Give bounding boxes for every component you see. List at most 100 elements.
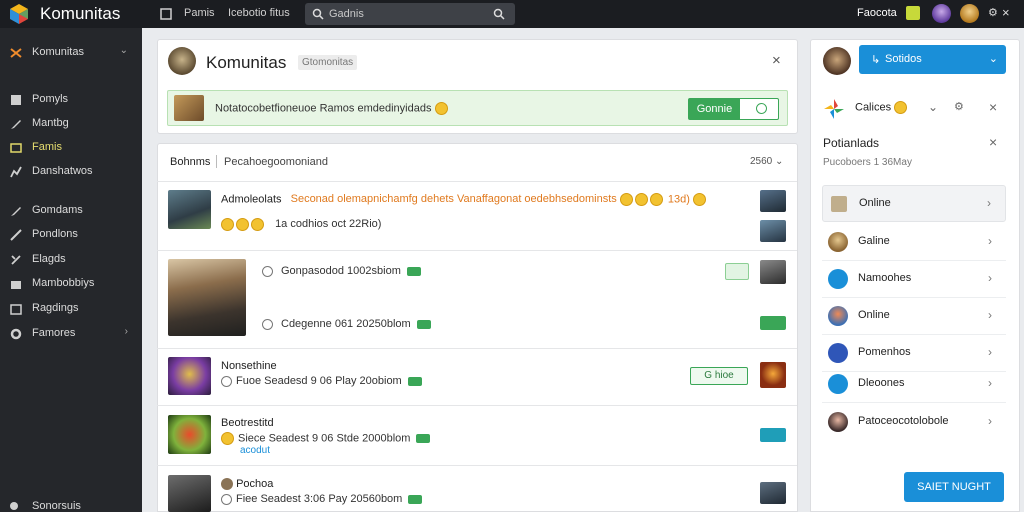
sidebar-item-gomdams[interactable]: Gomdams xyxy=(0,200,142,222)
chevron-right-icon: › xyxy=(124,326,128,337)
arrow-icon: ↳ xyxy=(871,54,881,66)
post-thumbnail xyxy=(168,475,211,512)
notice-cta-label: Gonnie xyxy=(689,99,740,119)
feed-divider xyxy=(157,250,797,251)
section-title: Potianlads xyxy=(823,136,880,150)
panel-close-icon[interactable]: × xyxy=(989,99,997,115)
tag-icon xyxy=(416,319,431,329)
chevron-right-icon: › xyxy=(988,271,992,285)
post-link[interactable]: acodut xyxy=(240,445,270,456)
bars-icon xyxy=(11,95,21,105)
sidebar-item-label: Pomyls xyxy=(32,93,69,105)
post-thumbnail xyxy=(168,415,211,454)
tag-icon xyxy=(408,494,423,504)
dialog-badge: Gtomonitas xyxy=(298,55,358,70)
post-meta-text: Gonpasodod 1002sbiom xyxy=(281,265,401,277)
notice-cta[interactable]: Gonnie xyxy=(688,98,779,120)
sidebar-header[interactable]: Komunitas ⌄ xyxy=(0,42,142,64)
clock-icon xyxy=(262,265,273,277)
top-bar: Komunitas Pamis Icebotio fitus Gadnis Fa… xyxy=(0,0,1024,28)
user-avatar-gold[interactable] xyxy=(960,4,979,23)
feed-divider xyxy=(157,405,797,406)
emoji-icon xyxy=(221,218,234,231)
sidebar-item-mambobbiys[interactable]: Mambobbiys xyxy=(0,273,142,295)
like-button[interactable] xyxy=(725,263,749,280)
post-title-line: Admoleolats Seconad olemapnichamfg dehet… xyxy=(221,193,708,206)
author-avatar xyxy=(221,478,233,491)
tag-icon xyxy=(416,434,431,443)
sidebar-item-ragdings[interactable]: Ragdings xyxy=(0,298,142,320)
grid-icon xyxy=(10,143,22,153)
tag-icon xyxy=(406,266,421,276)
app-logo-icon[interactable] xyxy=(8,3,30,25)
panel-item-0[interactable]: Online › xyxy=(822,185,1006,222)
chevron-down-icon[interactable]: ⌄ xyxy=(928,100,938,114)
user-avatar-purple[interactable] xyxy=(932,4,951,23)
post-title-line: Pochoa xyxy=(221,478,274,491)
panel-item-6[interactable]: Patoceocotolobole › xyxy=(822,404,1006,441)
sidebar-item-famis[interactable]: Famis xyxy=(0,137,142,159)
notice-banner: Notatocobetfioneuoe Ramos emdedinyidads … xyxy=(167,90,788,126)
sidebar-item-label: Danshatwos xyxy=(32,165,93,177)
post-subline: 1a codhios oct 22Rio) xyxy=(221,218,381,231)
profile-menu-icon[interactable]: ⚙ xyxy=(988,6,998,19)
search-query: Gadnis xyxy=(329,8,364,20)
sidebar-item-label: Pondlons xyxy=(32,228,78,240)
account-label[interactable]: Faocota xyxy=(857,7,897,19)
brush-icon xyxy=(10,229,22,241)
panel-top-button[interactable]: ↳ Sotidos ⌄ xyxy=(859,45,1006,74)
post-meta: Gonpasodod 1002sbiom xyxy=(262,265,421,277)
topnav-link-0[interactable]: Pamis xyxy=(184,7,215,19)
post-stats: 13d) xyxy=(667,193,690,206)
panel-item-2[interactable]: Namoohes › xyxy=(822,261,1006,298)
emoji-icon xyxy=(634,193,648,206)
post-title: Pochoa xyxy=(236,478,274,490)
search-input[interactable]: Gadnis xyxy=(305,3,515,25)
post-meta: Siece Seadest 9 06 Stde 2000blom xyxy=(221,432,431,445)
tools-icon xyxy=(11,255,21,265)
chevron-right-icon: › xyxy=(988,234,992,248)
sidebar-item-pondlons[interactable]: Pondlons xyxy=(0,224,142,246)
close-icon[interactable]: × xyxy=(1002,5,1010,20)
sidebar-item-pomyls[interactable]: Pomyls xyxy=(0,89,142,111)
panel-item-5[interactable]: Dleoones › xyxy=(822,366,1006,403)
item-label: Dleoones xyxy=(858,377,905,389)
post-title: Nonsethine xyxy=(221,360,277,372)
item-avatar xyxy=(828,374,848,394)
search-submit-icon[interactable] xyxy=(493,8,505,20)
section-close-icon[interactable]: × xyxy=(989,134,997,150)
sidebar-item-famores[interactable]: Famores › xyxy=(0,323,142,345)
app-title: Komunitas xyxy=(40,4,121,23)
notifications-icon[interactable] xyxy=(906,6,920,20)
panel-footer-button[interactable]: SAIET NUGHT xyxy=(904,472,1004,502)
tab-other[interactable]: Pecahoegoomoniand xyxy=(224,156,328,168)
post-action-button[interactable]: G hioe xyxy=(690,367,748,385)
item-label: Online xyxy=(858,309,890,321)
sort-dropdown[interactable]: 2560 ⌄ xyxy=(750,156,783,167)
item-label: Online xyxy=(859,197,891,209)
panel-item-1[interactable]: Galine › xyxy=(822,224,1006,261)
sidebar: Komunitas ⌄ Pomyls Mantbg Famis Danshatw… xyxy=(0,28,142,512)
dialog-close-icon[interactable]: × xyxy=(772,52,781,69)
edit-icon xyxy=(11,207,21,216)
panel-top-button-label: Sotidos xyxy=(885,53,922,65)
section-subtitle: Pucoboers 1 36May xyxy=(823,157,912,168)
chevron-down-icon: ⌄ xyxy=(119,45,128,56)
tab-bohnms[interactable]: Bohnms xyxy=(170,156,210,168)
post-side-thumb xyxy=(760,190,786,212)
panel-header: Calices xyxy=(855,101,909,114)
panel-item-3[interactable]: Online › xyxy=(822,298,1006,335)
sidebar-footer[interactable]: Sonorsuis xyxy=(0,496,142,512)
item-avatar xyxy=(831,196,847,212)
sidebar-item-danshatwos[interactable]: Danshatwos xyxy=(0,161,142,183)
sidebar-item-label: Ragdings xyxy=(32,302,79,314)
item-label: Patoceocotolobole xyxy=(858,415,949,427)
post-meta: Fiee Seadest 3:06 Pay 20560bom xyxy=(221,493,423,505)
settings-icon[interactable]: ⚙ xyxy=(954,100,964,113)
emoji-icon xyxy=(236,218,249,231)
sidebar-item-elagds[interactable]: Elagds xyxy=(0,249,142,271)
panel-avatar[interactable] xyxy=(823,47,851,75)
sidebar-item-mantbg[interactable]: Mantbg xyxy=(0,113,142,135)
chevron-right-icon: › xyxy=(988,345,992,359)
topnav-link-1[interactable]: Icebotio fitus xyxy=(228,7,290,19)
